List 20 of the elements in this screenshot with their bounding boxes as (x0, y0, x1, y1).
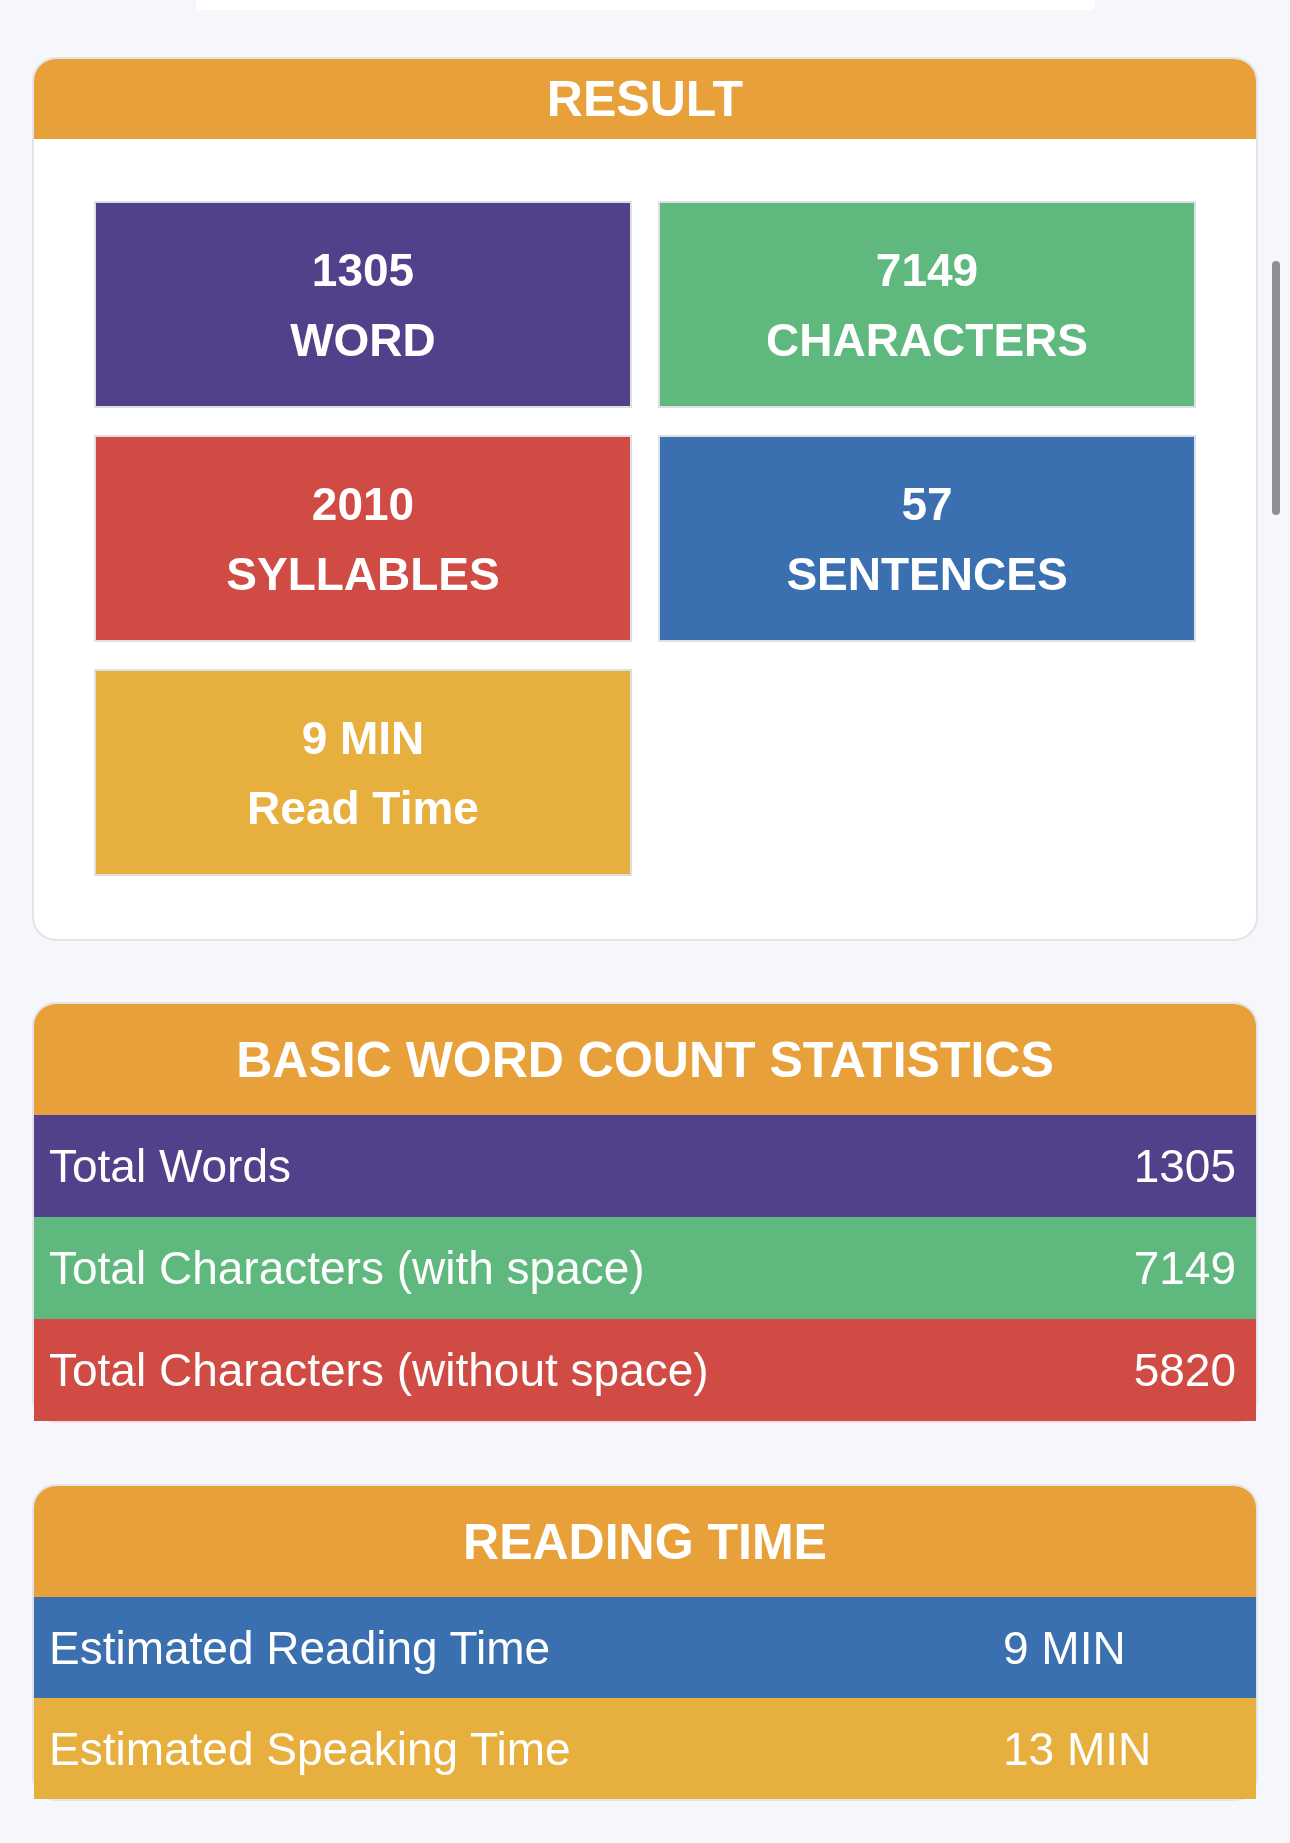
row-label: Total Words (49, 1143, 292, 1189)
stat-label: WORD (290, 312, 436, 368)
stat-value: 1305 (311, 242, 415, 298)
stat-value: 57 (901, 476, 953, 532)
section-title: BASIC WORD COUNT STATISTICS (34, 1004, 1256, 1115)
stat-label: Read Time (247, 780, 479, 836)
stat-label: CHARACTERS (766, 312, 1088, 368)
stat-value: 2010 (311, 476, 415, 532)
scrollbar[interactable] (1272, 261, 1280, 515)
row-value: 9 MIN (1003, 1624, 1127, 1671)
stat-label: SENTENCES (786, 546, 1068, 602)
stat-value: 9 MIN (301, 710, 425, 766)
row-value: 13 MIN (1003, 1725, 1153, 1772)
section-title: READING TIME (34, 1486, 1256, 1597)
stat-label: SYLLABLES (226, 546, 500, 602)
stat-value: 7149 (875, 242, 979, 298)
row-value: 1305 (1133, 1143, 1236, 1189)
section-title: RESULT (34, 59, 1256, 139)
row-value: 7149 (1133, 1245, 1236, 1291)
row-value: 5820 (1133, 1347, 1236, 1393)
